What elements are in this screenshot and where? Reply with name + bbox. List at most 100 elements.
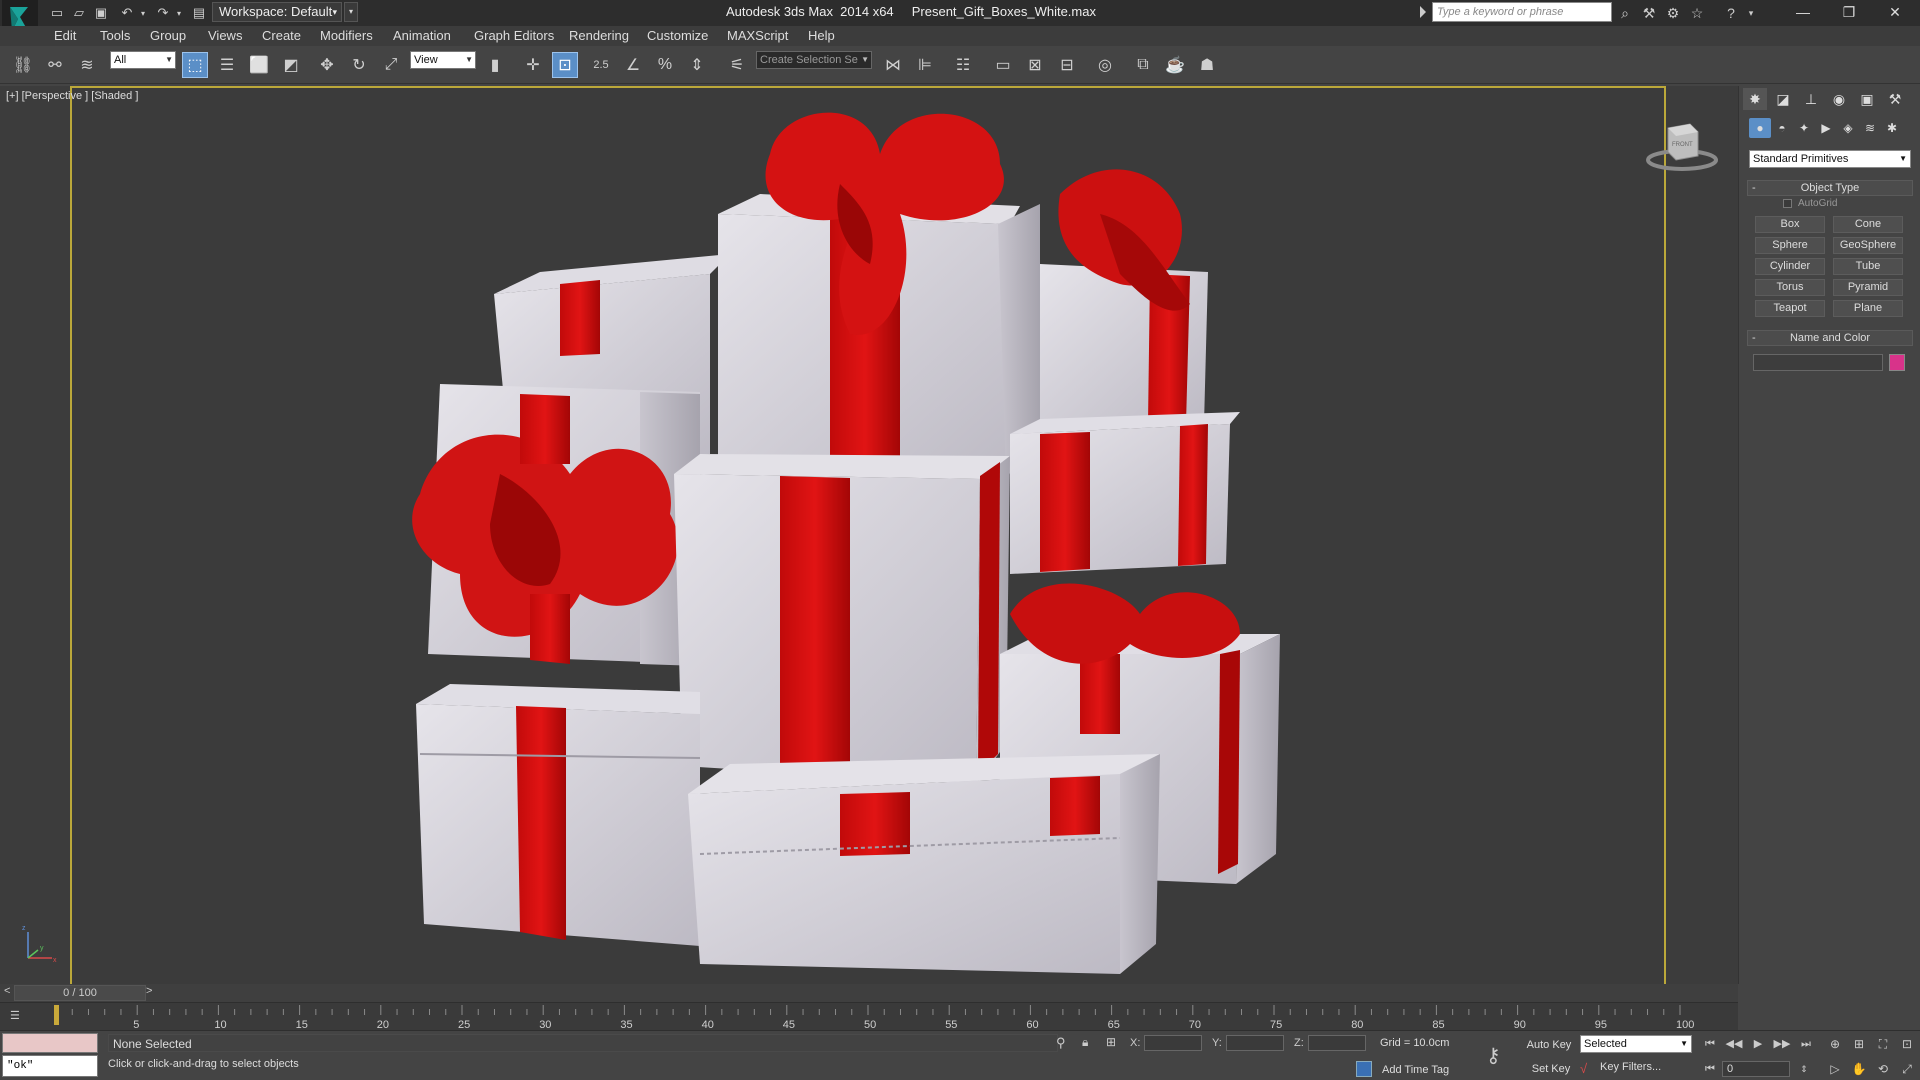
spinner-snap-icon[interactable]: ⇕ bbox=[684, 52, 710, 78]
communication-center-icon[interactable]: ⚙ bbox=[1664, 4, 1682, 22]
object-category-dropdown[interactable]: Standard Primitives ▼ bbox=[1749, 150, 1911, 168]
binoculars-icon[interactable]: ⌕ bbox=[1616, 4, 1634, 22]
frame-spinner-icon[interactable]: ⇕ bbox=[1794, 1060, 1814, 1078]
curve-editor-icon[interactable]: ⊠ bbox=[1022, 52, 1048, 78]
helpers-icon[interactable]: ◈ bbox=[1837, 118, 1859, 138]
menu-maxscript[interactable]: MAXScript bbox=[727, 28, 788, 43]
subscription-icon[interactable]: ⚒ bbox=[1640, 4, 1658, 22]
utilities-tab-icon[interactable]: ⚒ bbox=[1883, 88, 1907, 110]
select-and-manipulate-icon[interactable]: ✛ bbox=[520, 52, 546, 78]
pan-view-icon[interactable]: ✋ bbox=[1850, 1060, 1868, 1078]
menu-modifiers[interactable]: Modifiers bbox=[320, 28, 373, 43]
restore-button[interactable]: ❐ bbox=[1826, 0, 1872, 24]
layer-manager-icon[interactable]: ☷ bbox=[950, 52, 976, 78]
zoom-extents-all-icon[interactable]: ⊡ bbox=[1898, 1035, 1916, 1053]
time-slider-prev-icon[interactable]: < bbox=[4, 985, 10, 997]
object-type-rollout-header[interactable]: - Object Type bbox=[1747, 180, 1913, 196]
key-mode-dropdown[interactable]: Selected ▼ bbox=[1580, 1035, 1692, 1053]
new-file-icon[interactable]: ▭ bbox=[48, 4, 66, 22]
menu-animation[interactable]: Animation bbox=[393, 28, 451, 43]
select-and-rotate-icon[interactable]: ↻ bbox=[346, 52, 372, 78]
isolate-selection-icon[interactable]: ⚲ bbox=[1056, 1035, 1066, 1051]
search-input[interactable]: Type a keyword or phrase bbox=[1432, 2, 1612, 22]
window-crossing-icon[interactable]: ◩ bbox=[278, 52, 304, 78]
field-of-view-icon[interactable]: ▷ bbox=[1826, 1060, 1844, 1078]
track-bar[interactable]: ☰ 5 10 15 20 25 30 35 40 45 50 55 60 65 70 75 80 85 90 95 1… bbox=[0, 1002, 1738, 1031]
open-file-icon[interactable]: ▱ bbox=[70, 4, 88, 22]
render-setup-icon[interactable]: ⧉ bbox=[1130, 52, 1156, 78]
object-color-swatch[interactable] bbox=[1889, 354, 1905, 371]
menu-views[interactable]: Views bbox=[208, 28, 242, 43]
select-by-name-icon[interactable]: ☰ bbox=[214, 52, 240, 78]
menu-customize[interactable]: Customize bbox=[647, 28, 708, 43]
selection-lock-icon[interactable]: 🔒︎ bbox=[1082, 1035, 1088, 1050]
key-icon[interactable]: ⚷ bbox=[1486, 1043, 1501, 1068]
help-icon[interactable]: ? bbox=[1722, 4, 1740, 22]
select-and-scale-icon[interactable]: ⤢ bbox=[378, 52, 404, 78]
graphite-toggle-icon[interactable]: ▭ bbox=[990, 52, 1016, 78]
select-and-move-icon[interactable]: ✥ bbox=[314, 52, 340, 78]
time-slider-next-icon[interactable]: > bbox=[146, 985, 152, 997]
autogrid-checkbox[interactable]: AutoGrid bbox=[1783, 198, 1837, 209]
menu-edit[interactable]: Edit bbox=[54, 28, 76, 43]
y-coordinate-field[interactable] bbox=[1226, 1035, 1284, 1051]
next-frame-icon[interactable]: ▶▶ bbox=[1772, 1035, 1792, 1053]
menu-graph-editors[interactable]: Graph Editors bbox=[474, 28, 554, 43]
cylinder-button[interactable]: Cylinder bbox=[1755, 258, 1825, 275]
select-and-link-icon[interactable]: ⛓ bbox=[10, 52, 36, 78]
minimize-button[interactable]: — bbox=[1780, 0, 1826, 24]
favorites-star-icon[interactable]: ☆ bbox=[1688, 4, 1706, 22]
menu-create[interactable]: Create bbox=[262, 28, 301, 43]
plane-button[interactable]: Plane bbox=[1833, 300, 1903, 317]
sphere-button[interactable]: Sphere bbox=[1755, 237, 1825, 254]
project-folder-icon[interactable]: ▤ bbox=[190, 4, 208, 22]
viewport-perspective[interactable]: [+] [Perspective ] [Shaded ] FRONT z y x bbox=[0, 86, 1738, 984]
previous-frame-icon[interactable]: ◀◀ bbox=[1724, 1035, 1744, 1053]
torus-button[interactable]: Torus bbox=[1755, 279, 1825, 296]
zoom-all-icon[interactable]: ⊞ bbox=[1850, 1035, 1868, 1053]
redo-dropdown-icon[interactable]: ▾ bbox=[170, 4, 188, 22]
play-icon[interactable]: ▶ bbox=[1748, 1035, 1768, 1053]
menu-rendering[interactable]: Rendering bbox=[569, 28, 629, 43]
selection-filter-dropdown[interactable]: All ▼ bbox=[110, 51, 176, 69]
absolute-mode-transform-icon[interactable]: ⊞ bbox=[1106, 1035, 1116, 1049]
save-file-icon[interactable]: ▣ bbox=[92, 4, 110, 22]
time-slider[interactable]: < 0 / 100 > bbox=[0, 984, 1738, 1002]
viewcube[interactable]: FRONT bbox=[1640, 116, 1724, 176]
undo-dropdown-icon[interactable]: ▾ bbox=[134, 4, 152, 22]
z-coordinate-field[interactable] bbox=[1308, 1035, 1366, 1051]
maxscript-listener-output[interactable]: "ok" bbox=[2, 1055, 98, 1077]
shapes-icon[interactable]: ◓ bbox=[1771, 118, 1793, 138]
cone-button[interactable]: Cone bbox=[1833, 216, 1903, 233]
current-frame-marker[interactable] bbox=[54, 1005, 59, 1025]
select-object-icon[interactable]: ⬚ bbox=[182, 52, 208, 78]
quick-access-dropdown[interactable]: ▾ bbox=[344, 2, 358, 22]
lights-icon[interactable]: ✦ bbox=[1793, 118, 1815, 138]
zoom-icon[interactable]: ⊕ bbox=[1826, 1035, 1844, 1053]
menu-tools[interactable]: Tools bbox=[100, 28, 130, 43]
bind-to-space-warp-icon[interactable]: ≋ bbox=[74, 52, 100, 78]
viewport-label[interactable]: [+] [Perspective ] [Shaded ] bbox=[6, 90, 138, 102]
add-time-tag-icon[interactable] bbox=[1356, 1061, 1372, 1077]
snaps-toggle-icon[interactable]: 2.5 bbox=[588, 52, 614, 78]
named-selection-dropdown[interactable]: Create Selection Se ▼ bbox=[756, 51, 872, 69]
align-icon[interactable]: ⊫ bbox=[912, 52, 938, 78]
box-button[interactable]: Box bbox=[1755, 216, 1825, 233]
rendered-frame-window-icon[interactable]: ☕ bbox=[1162, 52, 1188, 78]
systems-icon[interactable]: ✱ bbox=[1881, 118, 1903, 138]
create-tab-icon[interactable]: ✸ bbox=[1743, 88, 1767, 110]
motion-tab-icon[interactable]: ◉ bbox=[1827, 88, 1851, 110]
time-slider-thumb[interactable]: 0 / 100 bbox=[14, 985, 146, 1001]
reference-coordinate-dropdown[interactable]: View ▼ bbox=[410, 51, 476, 69]
zoom-extents-icon[interactable]: ⛶ bbox=[1874, 1035, 1892, 1053]
go-to-start-icon[interactable]: ⏮ bbox=[1700, 1035, 1720, 1053]
default-in-out-tangents-icon[interactable]: √ bbox=[1580, 1061, 1587, 1076]
material-editor-icon[interactable]: ◎ bbox=[1092, 52, 1118, 78]
geosphere-button[interactable]: GeoSphere bbox=[1833, 237, 1903, 254]
search-expand-icon[interactable] bbox=[1420, 6, 1426, 18]
current-frame-field[interactable]: 0 bbox=[1722, 1061, 1790, 1077]
mirror-icon[interactable]: ⋈ bbox=[880, 52, 906, 78]
menu-help[interactable]: Help bbox=[808, 28, 835, 43]
rectangular-selection-icon[interactable]: ⬜ bbox=[246, 52, 272, 78]
object-name-field[interactable] bbox=[1753, 354, 1883, 371]
